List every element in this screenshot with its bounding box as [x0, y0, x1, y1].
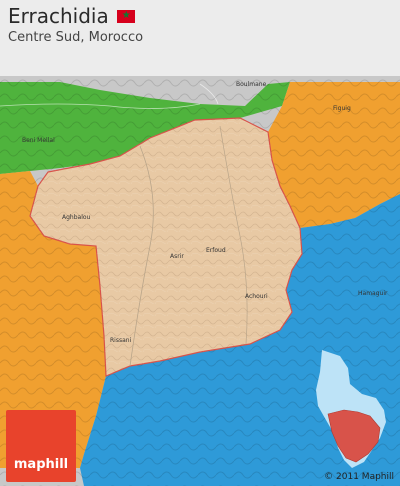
map-subtitle: Centre Sud, Morocco	[8, 30, 144, 45]
place-label: Asrir	[170, 253, 184, 260]
title-row: Errachidia	[8, 4, 135, 28]
maphill-logo[interactable]: maphill	[6, 410, 76, 482]
place-label: Beni Mellal	[22, 137, 55, 144]
copyright-text: © 2011 Maphill	[324, 472, 394, 482]
place-label: Aghbalou	[62, 214, 91, 221]
map-header: Errachidia Centre Sud, Morocco	[0, 0, 400, 76]
place-label: Rissani	[110, 337, 132, 344]
map-title: Errachidia	[8, 4, 109, 28]
place-label: Hamaguir	[358, 290, 388, 297]
maphill-logo-text: maphill	[13, 457, 69, 472]
place-label: Achouri	[245, 293, 268, 300]
place-label: Erfoud	[206, 247, 226, 254]
morocco-flag-icon	[116, 9, 135, 23]
inset-locator-map	[316, 350, 386, 468]
map-page: Errachidia Centre Sud, Morocco	[0, 0, 400, 486]
place-label: Figuig	[333, 105, 351, 112]
place-label: Boulmane	[236, 81, 267, 88]
